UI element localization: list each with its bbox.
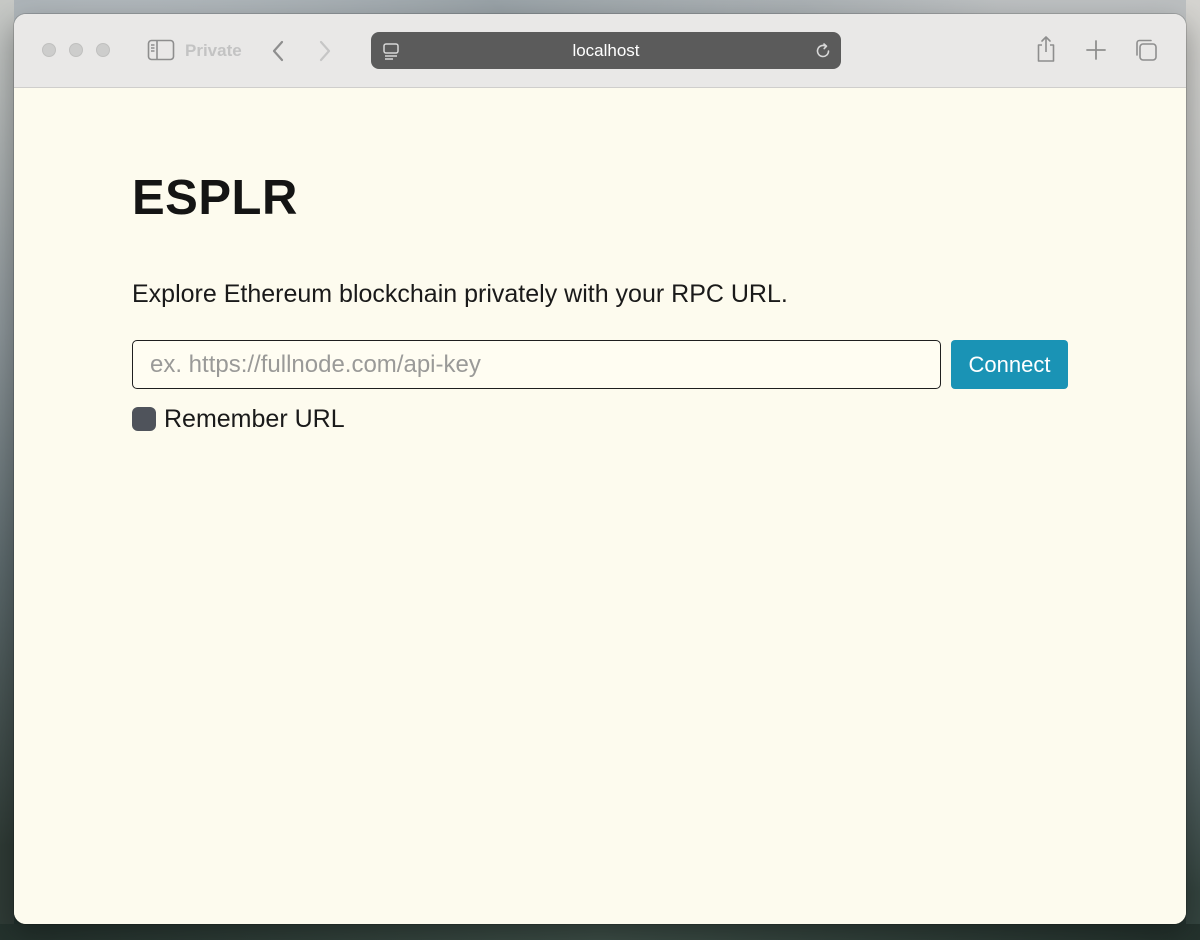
desktop-wallpaper-bottom	[0, 924, 1200, 940]
share-icon[interactable]	[1033, 34, 1059, 64]
sidebar-icon[interactable]	[147, 38, 175, 62]
reload-icon[interactable]	[813, 41, 833, 61]
chevron-right-icon[interactable]	[314, 38, 336, 64]
connect-button[interactable]: Connect	[951, 340, 1068, 389]
plus-icon[interactable]	[1083, 36, 1109, 64]
chevron-left-icon[interactable]	[267, 38, 289, 64]
browser-toolbar: Private localhost	[14, 14, 1186, 88]
page-tagline: Explore Ethereum blockchain privately wi…	[132, 280, 788, 308]
close-window-button[interactable]	[42, 43, 56, 57]
minimize-window-button[interactable]	[69, 43, 83, 57]
rpc-url-input[interactable]	[132, 340, 941, 389]
remember-url-checkbox[interactable]	[132, 407, 156, 431]
address-text: localhost	[572, 41, 640, 60]
zoom-window-button[interactable]	[96, 43, 110, 57]
page-content: ESPLR Explore Ethereum blockchain privat…	[14, 88, 1186, 924]
address-bar[interactable]: localhost	[371, 32, 841, 69]
page-title: ESPLR	[132, 171, 298, 225]
remember-url-label: Remember URL	[164, 404, 345, 433]
browser-window: Private localhost ESPLR Explore Ethereum…	[14, 14, 1186, 924]
private-browsing-label: Private	[185, 41, 242, 60]
remember-url-row[interactable]: Remember URL	[132, 404, 345, 434]
tabs-overview-icon[interactable]	[1132, 36, 1160, 64]
desktop-wallpaper-right	[1186, 0, 1200, 940]
desktop-wallpaper-left	[0, 0, 14, 940]
